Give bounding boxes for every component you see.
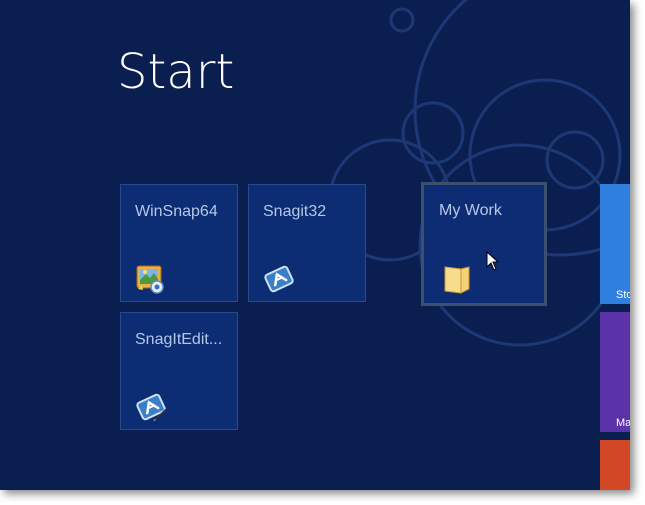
mouse-cursor-icon	[486, 251, 500, 271]
side-tile-label: Ma	[616, 417, 630, 429]
tile-snagit-editor[interactable]: SnagItEdit...	[120, 312, 238, 430]
winsnap-app-icon	[136, 265, 164, 294]
tile-label: Snagit32	[263, 203, 327, 220]
start-screen: Start WinSnap64 Snagit32 My Work SnagItE…	[0, 0, 630, 490]
tile-my-work[interactable]: My Work	[421, 182, 547, 306]
tile-snagit32[interactable]: Snagit32	[248, 184, 366, 302]
snagit-editor-icon	[136, 393, 166, 421]
tile-winsnap64[interactable]: WinSnap64	[120, 184, 238, 302]
folder-icon	[444, 266, 470, 294]
snagit-app-icon	[264, 265, 294, 293]
side-tile-mail[interactable]: Ma	[600, 312, 630, 432]
side-tile-store[interactable]: Sto	[600, 184, 630, 304]
tile-label: WinSnap64	[135, 203, 218, 220]
tile-label: My Work	[439, 202, 502, 219]
side-tile-orange[interactable]	[600, 440, 630, 490]
start-title: Start	[117, 44, 235, 100]
side-tile-label: Sto	[616, 289, 630, 301]
tile-label: SnagItEdit...	[135, 331, 223, 348]
